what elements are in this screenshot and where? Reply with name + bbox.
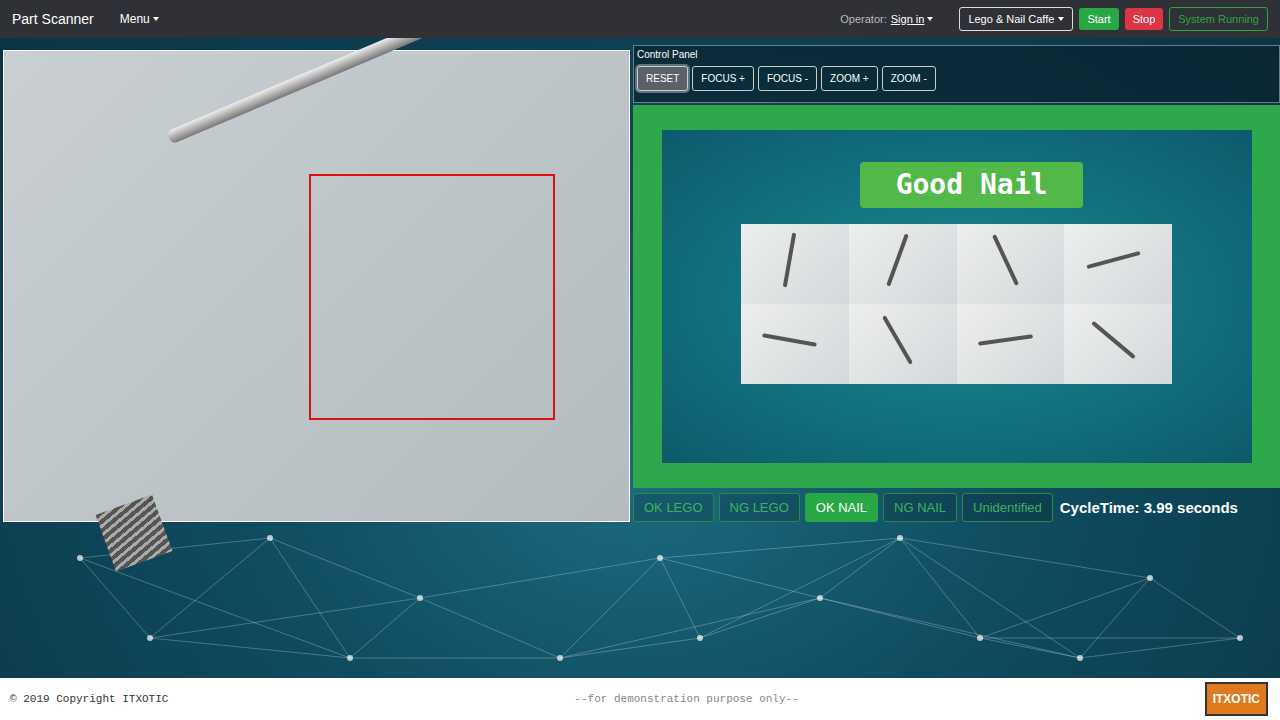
demo-note: --for demonstration purpose only-- [168,693,1204,705]
control-panel: Control Panel RESETFOCUS +FOCUS -ZOOM +ZO… [633,45,1280,103]
sample-photo [741,224,849,304]
sample-photo [849,304,957,384]
brand[interactable]: Part Scanner [12,11,94,27]
status-badge: System Running [1169,7,1268,31]
sign-in-text[interactable]: Sign in [891,13,925,25]
screw-image [96,495,173,572]
right-column: Control Panel RESETFOCUS +FOCUS -ZOOM +ZO… [633,38,1280,678]
class-button[interactable]: Unidentified [962,493,1053,522]
caret-icon [1058,17,1064,21]
result-image: Good Nail [662,130,1252,463]
control-button[interactable]: ZOOM + [821,66,878,91]
sample-photo [849,224,957,304]
sample-photo [1064,224,1172,304]
footer: © 2019 Copyright ITXOTIC--for demonstrat… [0,678,1280,720]
copyright: © 2019 Copyright ITXOTIC [10,693,168,705]
class-button[interactable]: OK LEGO [633,493,714,522]
main-area: Control Panel RESETFOCUS +FOCUS -ZOOM +ZO… [0,38,1280,678]
class-row: OK LEGONG LEGOOK NAILNG NAILUnidentified… [633,492,1280,523]
operator: Operator: Sign in [840,13,933,25]
control-buttons: RESETFOCUS +FOCUS -ZOOM +ZOOM - [637,66,1276,91]
nail-shape [762,333,817,346]
camera-view [3,50,630,522]
menu-dropdown[interactable]: Menu [120,12,159,26]
nail-shape [783,233,796,288]
class-button[interactable]: NG NAIL [883,493,957,522]
control-button[interactable]: ZOOM - [882,66,936,91]
control-button[interactable]: FOCUS - [758,66,817,91]
company-logo: ITXOTIC [1205,682,1268,716]
nail-shape [1091,321,1136,359]
class-button[interactable]: NG LEGO [719,493,800,522]
sample-photo [957,224,1065,304]
control-panel-title: Control Panel [637,49,1276,60]
caret-icon [927,17,933,21]
sample-grid [741,224,1172,384]
result-title: Good Nail [860,162,1084,208]
result-panel: Good Nail [633,105,1280,488]
model-label[interactable]: Lego & Nail Caffe [968,13,1054,25]
sample-photo [741,304,849,384]
region-of-interest-box [309,174,555,420]
sign-in-link[interactable]: Sign in [891,13,934,25]
start-button[interactable]: Start [1079,8,1118,30]
nail-shape [992,234,1019,286]
cycle-time: CycleTime: 3.99 seconds [1060,499,1238,516]
class-button[interactable]: OK NAIL [805,493,878,522]
sample-photo [1064,304,1172,384]
model-dropdown[interactable]: Lego & Nail Caffe [959,7,1073,31]
nail-shape [882,315,913,365]
nail-image [166,38,503,144]
navbar: Part Scanner Menu Operator: Sign in Lego & N… [0,0,1280,38]
caret-icon [153,17,159,21]
operator-label: Operator: [840,13,886,25]
nail-shape [978,334,1033,346]
nail-shape [886,233,909,286]
nail-shape [1086,251,1140,269]
stop-button[interactable]: Stop [1125,8,1164,30]
control-button[interactable]: FOCUS + [692,66,754,91]
control-button[interactable]: RESET [637,66,688,91]
sample-photo [957,304,1065,384]
menu-label[interactable]: Menu [120,12,150,26]
